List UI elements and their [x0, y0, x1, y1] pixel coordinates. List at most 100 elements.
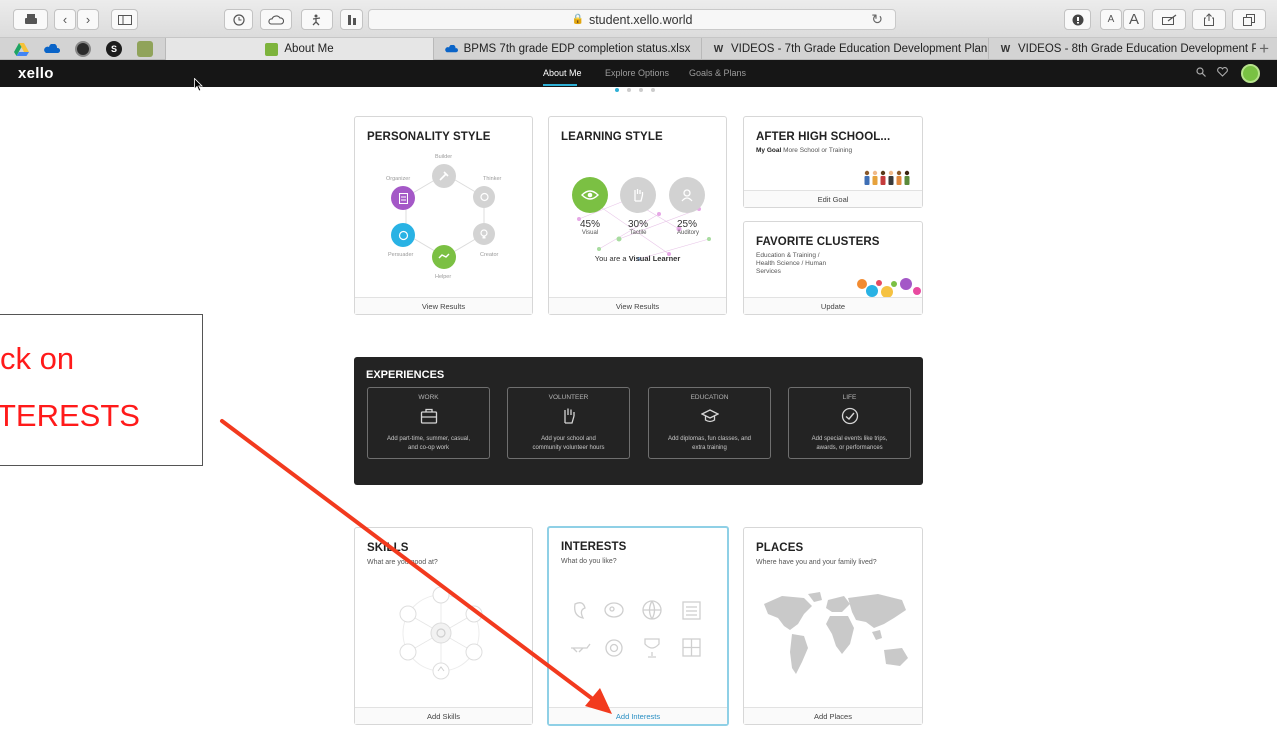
heart-icon[interactable] [1217, 66, 1228, 80]
tactile-percent: 30% [627, 219, 648, 230]
tab-videos-8th[interactable]: W VIDEOS - 8th Grade Education Developme… [988, 38, 1256, 60]
annotate-icon[interactable] [1152, 9, 1186, 30]
card-subtitle: What do you like? [561, 558, 617, 565]
tabs-overview-icon[interactable] [1232, 9, 1266, 30]
extension-icon[interactable] [340, 9, 363, 30]
graduation-cap-icon [700, 409, 719, 423]
learner-summary: You are a Visual Learner [549, 254, 726, 263]
xello-logo[interactable]: xello [18, 65, 54, 82]
weebly-tab-icon: W [713, 43, 724, 55]
reload-icon[interactable]: ↻ [871, 11, 883, 28]
tab-label: About Me [284, 43, 334, 55]
add-places-button[interactable]: Add Places [744, 707, 922, 724]
forward-button[interactable]: › [77, 9, 99, 30]
add-skills-button[interactable]: Add Skills [355, 707, 532, 724]
experience-work[interactable]: WORK Add part-time, summer, casual, and c… [367, 387, 490, 459]
page-dot[interactable] [615, 88, 619, 92]
favorite-clusters-card[interactable]: FAVORITE CLUSTERS Education & Training /… [743, 221, 923, 315]
privacy-icon[interactable] [1064, 9, 1091, 30]
view-results-button[interactable]: View Results [355, 297, 532, 314]
card-subtitle: What are you good at? [367, 559, 438, 566]
s-app-icon[interactable]: S [106, 41, 122, 57]
tab-strip: S About Me BPMS 7th grade EDP completion… [0, 38, 1277, 60]
experience-desc-line: awards, or performances [816, 445, 883, 451]
auditory-icon [669, 177, 705, 213]
goal-label: My Goal [756, 147, 782, 154]
card-title: SKILLS [367, 542, 409, 554]
search-icon[interactable] [1196, 66, 1206, 80]
world-map-icon [764, 592, 908, 674]
view-results-button[interactable]: View Results [549, 297, 726, 314]
tab-about-me[interactable]: About Me [165, 38, 433, 60]
interests-card[interactable]: INTERESTS What do you like? Add Interest… [547, 526, 729, 726]
cluster-line: Education & Training / [756, 252, 820, 259]
check-circle-icon [841, 407, 858, 425]
onedrive-tab-icon [444, 43, 458, 56]
xello-nav-bar: xello About Me Explore Options Goals & P… [0, 60, 1277, 92]
add-interests-button[interactable]: Add Interests [549, 707, 727, 724]
experience-desc: Add special events like trips, awards, or… [793, 435, 906, 453]
creator-icon [473, 223, 495, 245]
onedrive-icon[interactable] [44, 41, 60, 57]
auditory-percent: 25% [676, 219, 697, 230]
sidebar-icon[interactable] [111, 9, 138, 30]
update-clusters-button[interactable]: Update [744, 297, 922, 314]
briefcase-icon [420, 408, 437, 424]
drive-icon[interactable] [13, 41, 29, 57]
tab-label: VIDEOS - 8th Grade Education Development… [1018, 43, 1256, 55]
nav-about-me[interactable]: About Me [543, 68, 582, 78]
places-card[interactable]: PLACES Where have you and your family li… [743, 527, 923, 725]
tab-videos-7th[interactable]: W VIDEOS - 7th Grade Education Developme… [701, 38, 988, 60]
experience-education[interactable]: EDUCATION Add diplomas, fun classes, and… [648, 387, 771, 459]
tab-bpms-spreadsheet[interactable]: BPMS 7th grade EDP completion status.xls… [433, 38, 701, 60]
tab-label: BPMS 7th grade EDP completion status.xls… [463, 43, 691, 55]
weebly-tab-icon: W [1000, 43, 1011, 55]
experience-volunteer[interactable]: VOLUNTEER Add your school and community v… [507, 387, 630, 459]
avatar[interactable] [1241, 64, 1260, 83]
card-title: AFTER HIGH SCHOOL... [756, 131, 891, 143]
new-tab-button[interactable]: + [1259, 39, 1269, 59]
page-dot[interactable] [627, 88, 631, 92]
experience-label: WORK [418, 394, 439, 401]
experience-life[interactable]: LIFE Add special events like trips, award… [788, 387, 911, 459]
back-button[interactable]: ‹ [54, 9, 76, 30]
visual-label: Visual [581, 230, 599, 236]
experience-desc-line: Add special events like trips, [811, 436, 888, 442]
people-illustration-icon [864, 170, 910, 185]
card-subtitle: Where have you and your family lived? [756, 559, 877, 566]
callout-line: TERESTS [0, 398, 140, 433]
interests-icon-grid [571, 600, 701, 658]
page-dot[interactable] [651, 88, 655, 92]
skills-card[interactable]: SKILLS What are you good at? Add Skills [354, 527, 533, 725]
learner-summary-value: Visual Learner [628, 254, 681, 263]
after-high-school-card[interactable]: AFTER HIGH SCHOOL... My Goal More School… [743, 116, 923, 208]
accessibility-icon[interactable] [301, 9, 333, 30]
share-icon[interactable] [1192, 9, 1226, 30]
edit-goal-button[interactable]: Edit Goal [744, 190, 922, 207]
goal-line: My Goal More School or Training [756, 147, 852, 154]
skills-graphic [399, 586, 483, 680]
clock-app-icon[interactable] [75, 41, 91, 57]
experience-label: EDUCATION [690, 394, 729, 401]
cloud-icon[interactable] [260, 9, 292, 30]
label-thinker: Thinker [483, 176, 502, 182]
experience-label: VOLUNTEER [548, 394, 589, 401]
personality-style-card[interactable]: PERSONALITY STYLE Builder Thinker Creato… [354, 116, 533, 315]
experience-desc-line: Add diplomas, fun classes, and [667, 436, 752, 442]
history-icon[interactable] [224, 9, 253, 30]
xello-bookmark-icon[interactable] [137, 41, 153, 57]
text-larger-button[interactable]: A [1123, 9, 1145, 30]
nav-explore-options[interactable]: Explore Options [605, 68, 669, 78]
text-smaller-button[interactable]: A [1100, 9, 1122, 30]
print-icon[interactable] [13, 9, 48, 30]
hand-icon [563, 408, 575, 424]
address-bar[interactable]: 🔒 student.xello.world ↻ [368, 9, 896, 30]
thinker-icon [473, 186, 495, 208]
experience-desc: Add diplomas, fun classes, and extra trai… [653, 435, 766, 453]
card-title: PLACES [756, 542, 804, 554]
nav-goals-plans[interactable]: Goals & Plans [689, 68, 746, 78]
page-dot[interactable] [639, 88, 643, 92]
card-title: LEARNING STYLE [561, 131, 663, 143]
learning-style-card[interactable]: LEARNING STYLE 45% Visual 30% Tactile 25… [548, 116, 727, 315]
experiences-panel: EXPERIENCES WORK Add part-time, summer, … [354, 357, 923, 485]
